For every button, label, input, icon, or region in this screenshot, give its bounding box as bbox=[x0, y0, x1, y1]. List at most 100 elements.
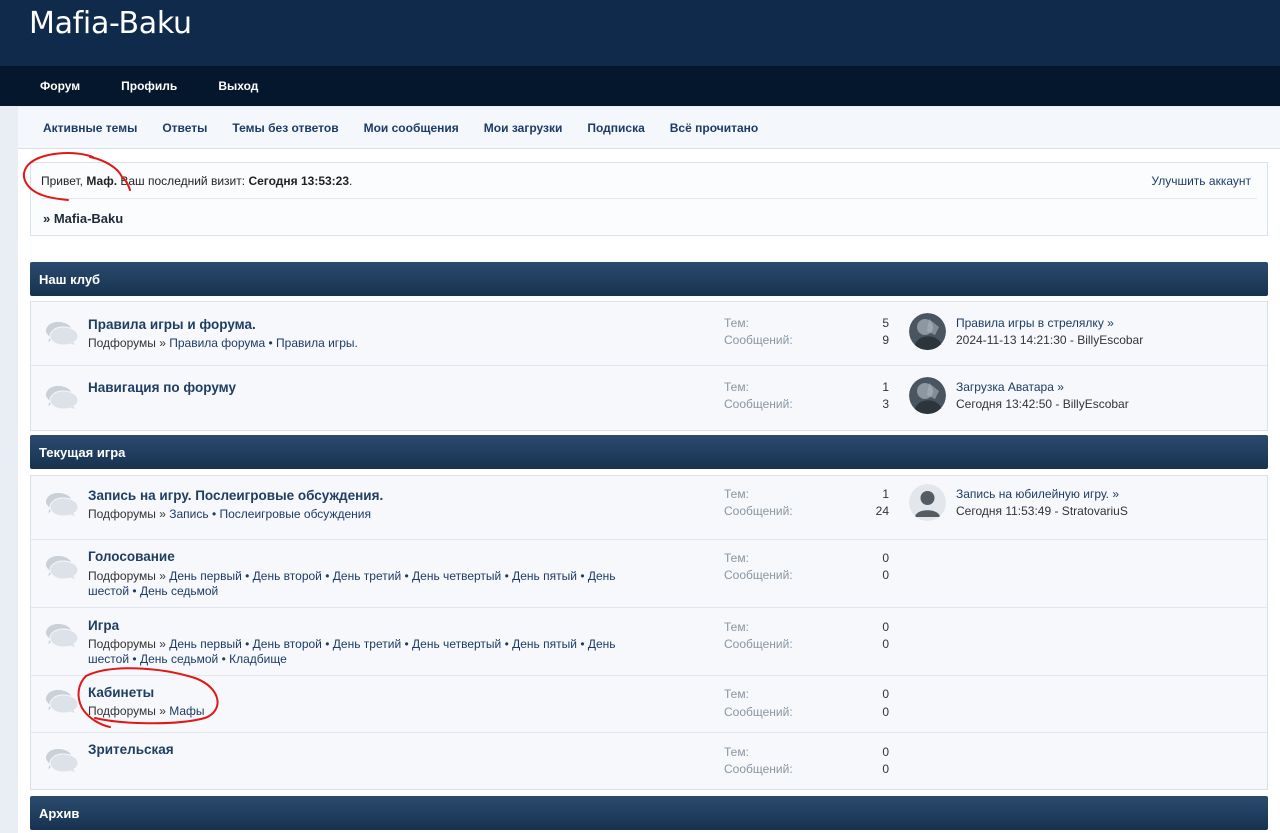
nav-logout[interactable]: Выход bbox=[218, 79, 258, 93]
bullet-separator: • bbox=[245, 569, 250, 583]
subforums-list: Подфорумы » Правила форума • Правила игр… bbox=[88, 336, 648, 351]
site-title[interactable]: Mafia-Baku bbox=[29, 6, 192, 41]
posts-label: Сообщений: bbox=[724, 397, 793, 411]
posts-count: 9 bbox=[882, 333, 889, 347]
subnav-my-posts[interactable]: Мои сообщения bbox=[364, 121, 459, 135]
forum-row: Кабинеты Подфорумы » Мафы Тем: Сообщений… bbox=[31, 676, 1267, 733]
last-visit-suffix: . bbox=[349, 174, 353, 188]
subforum-link[interactable]: Послеигровые обсуждения bbox=[219, 507, 371, 521]
subforum-link[interactable]: День второй bbox=[253, 637, 322, 651]
topics-label: Тем: bbox=[724, 687, 749, 701]
topics-label: Тем: bbox=[724, 487, 749, 501]
forum-title[interactable]: Кабинеты bbox=[88, 685, 154, 700]
forum-read-icon bbox=[46, 624, 79, 649]
forum-row: Правила игры и форума. Подфорумы » Прави… bbox=[31, 302, 1267, 366]
forum-row: Навигация по форуму Тем: Сообщений: 1 3 … bbox=[31, 366, 1267, 430]
subforum-link[interactable]: День третий bbox=[333, 637, 401, 651]
topics-label: Тем: bbox=[724, 316, 749, 330]
subnav-subscriptions[interactable]: Подписка bbox=[587, 121, 644, 135]
subforum-link[interactable]: День второй bbox=[253, 569, 322, 583]
posts-label: Сообщений: bbox=[724, 504, 793, 518]
bullet-separator: • bbox=[268, 336, 273, 350]
main-nav: Форум Профиль Выход bbox=[0, 66, 1280, 106]
last-visit-value: Сегодня 13:53:23 bbox=[248, 174, 350, 188]
forum-title[interactable]: Голосование bbox=[88, 549, 175, 564]
forum-read-icon bbox=[46, 556, 79, 581]
bullet-separator: • bbox=[245, 637, 250, 651]
subforums-label: Подфорумы » bbox=[88, 507, 166, 521]
welcome-line: Привет, Маф. Ваш последний визит: Сегодн… bbox=[41, 174, 352, 188]
topics-count: 5 bbox=[882, 316, 889, 330]
posts-label: Сообщений: bbox=[724, 637, 793, 651]
username[interactable]: Маф. bbox=[86, 174, 117, 188]
subforum-link[interactable]: День седьмой bbox=[140, 652, 218, 666]
upgrade-account-link[interactable]: Улучшить аккаунт bbox=[1151, 174, 1251, 188]
subforum-link[interactable]: День четвертый bbox=[412, 569, 501, 583]
last-post-link[interactable]: Правила игры в стрелялку » bbox=[956, 316, 1114, 330]
subforums-list: Подфорумы » Запись • Послеигровые обсужд… bbox=[88, 507, 648, 522]
subforum-link[interactable]: Правила игры. bbox=[276, 336, 358, 350]
last-post-link[interactable]: Запись на юбилейную игру. » bbox=[956, 487, 1119, 501]
forum-list-current-game: Запись на игру. Послеигровые обсуждения.… bbox=[30, 475, 1268, 790]
forum-title[interactable]: Навигация по форуму bbox=[88, 380, 236, 395]
posts-label: Сообщений: bbox=[724, 568, 793, 582]
subforums-label: Подфорумы » bbox=[88, 637, 166, 651]
subnav-active-topics[interactable]: Активные темы bbox=[43, 121, 137, 135]
subforum-link[interactable]: День первый bbox=[169, 637, 242, 651]
bullet-separator: • bbox=[211, 507, 217, 521]
forum-read-icon bbox=[46, 690, 79, 715]
default-avatar-icon[interactable] bbox=[909, 484, 946, 521]
subforum-link[interactable]: Правила форума bbox=[169, 336, 265, 350]
forum-list-our-club: Правила игры и форума. Подфорумы » Прави… bbox=[30, 301, 1268, 431]
user-avatar-photo[interactable] bbox=[909, 313, 946, 350]
subnav-mark-all-read[interactable]: Всё прочитано bbox=[670, 121, 758, 135]
posts-count: 24 bbox=[875, 504, 889, 518]
forum-read-icon bbox=[46, 386, 79, 411]
subforum-link[interactable]: День первый bbox=[169, 569, 242, 583]
bullet-separator: • bbox=[325, 569, 330, 583]
nav-forum[interactable]: Форум bbox=[40, 79, 80, 93]
subforum-link[interactable]: Запись bbox=[169, 507, 208, 521]
subnav-unanswered[interactable]: Темы без ответов bbox=[232, 121, 338, 135]
forum-title[interactable]: Правила игры и форума. bbox=[88, 317, 256, 332]
topics-label: Тем: bbox=[724, 380, 749, 394]
last-visit-label: Ваш последний визит: bbox=[120, 174, 246, 188]
last-post-link[interactable]: Загрузка Аватара » bbox=[956, 380, 1064, 394]
subforum-link[interactable]: День седьмой bbox=[140, 584, 218, 598]
bullet-separator: • bbox=[504, 569, 509, 583]
bullet-separator: • bbox=[325, 637, 330, 651]
subnav-my-uploads[interactable]: Мои загрузки bbox=[484, 121, 563, 135]
forum-title[interactable]: Зрительская bbox=[88, 742, 174, 757]
subforum-link[interactable]: День четвертый bbox=[412, 637, 501, 651]
posts-label: Сообщений: bbox=[724, 762, 793, 776]
subforums-list: Подфорумы » День первый • День второй • … bbox=[88, 569, 648, 599]
subforum-link[interactable]: Мафы bbox=[169, 704, 204, 718]
nav-profile[interactable]: Профиль bbox=[121, 79, 177, 93]
forum-row: Запись на игру. Послеигровые обсуждения.… bbox=[31, 476, 1267, 540]
subnav-replies[interactable]: Ответы bbox=[162, 121, 207, 135]
bullet-separator: • bbox=[404, 637, 409, 651]
content-area: Привет, Маф. Ваш последний визит: Сегодн… bbox=[18, 149, 1280, 833]
breadcrumb[interactable]: » Mafia-Baku bbox=[43, 211, 123, 226]
forum-row: Голосование Подфорумы » День первый • Де… bbox=[31, 540, 1267, 608]
forum-title[interactable]: Запись на игру. Послеигровые обсуждения. bbox=[88, 488, 383, 503]
bullet-separator: • bbox=[221, 652, 226, 666]
subforum-link[interactable]: День третий bbox=[333, 569, 401, 583]
forum-title[interactable]: Игра bbox=[88, 618, 119, 633]
category-header-current-game[interactable]: Текущая игра bbox=[30, 435, 1268, 469]
bullet-separator: • bbox=[132, 584, 137, 598]
topics-count: 0 bbox=[882, 620, 889, 634]
forum-read-icon bbox=[46, 749, 79, 774]
subforum-link[interactable]: День пятый bbox=[512, 637, 577, 651]
bullet-separator: • bbox=[580, 637, 585, 651]
subforum-link[interactable]: День пятый bbox=[512, 569, 577, 583]
topics-label: Тем: bbox=[724, 745, 749, 759]
subforum-link[interactable]: Кладбище bbox=[229, 652, 287, 666]
category-header-archive[interactable]: Архив bbox=[30, 796, 1268, 830]
posts-count: 0 bbox=[882, 568, 889, 582]
posts-count: 3 bbox=[882, 397, 889, 411]
topics-label: Тем: bbox=[724, 620, 749, 634]
category-header-our-club[interactable]: Наш клуб bbox=[30, 262, 1268, 296]
user-avatar-photo[interactable] bbox=[909, 377, 946, 414]
bullet-separator: • bbox=[404, 569, 409, 583]
